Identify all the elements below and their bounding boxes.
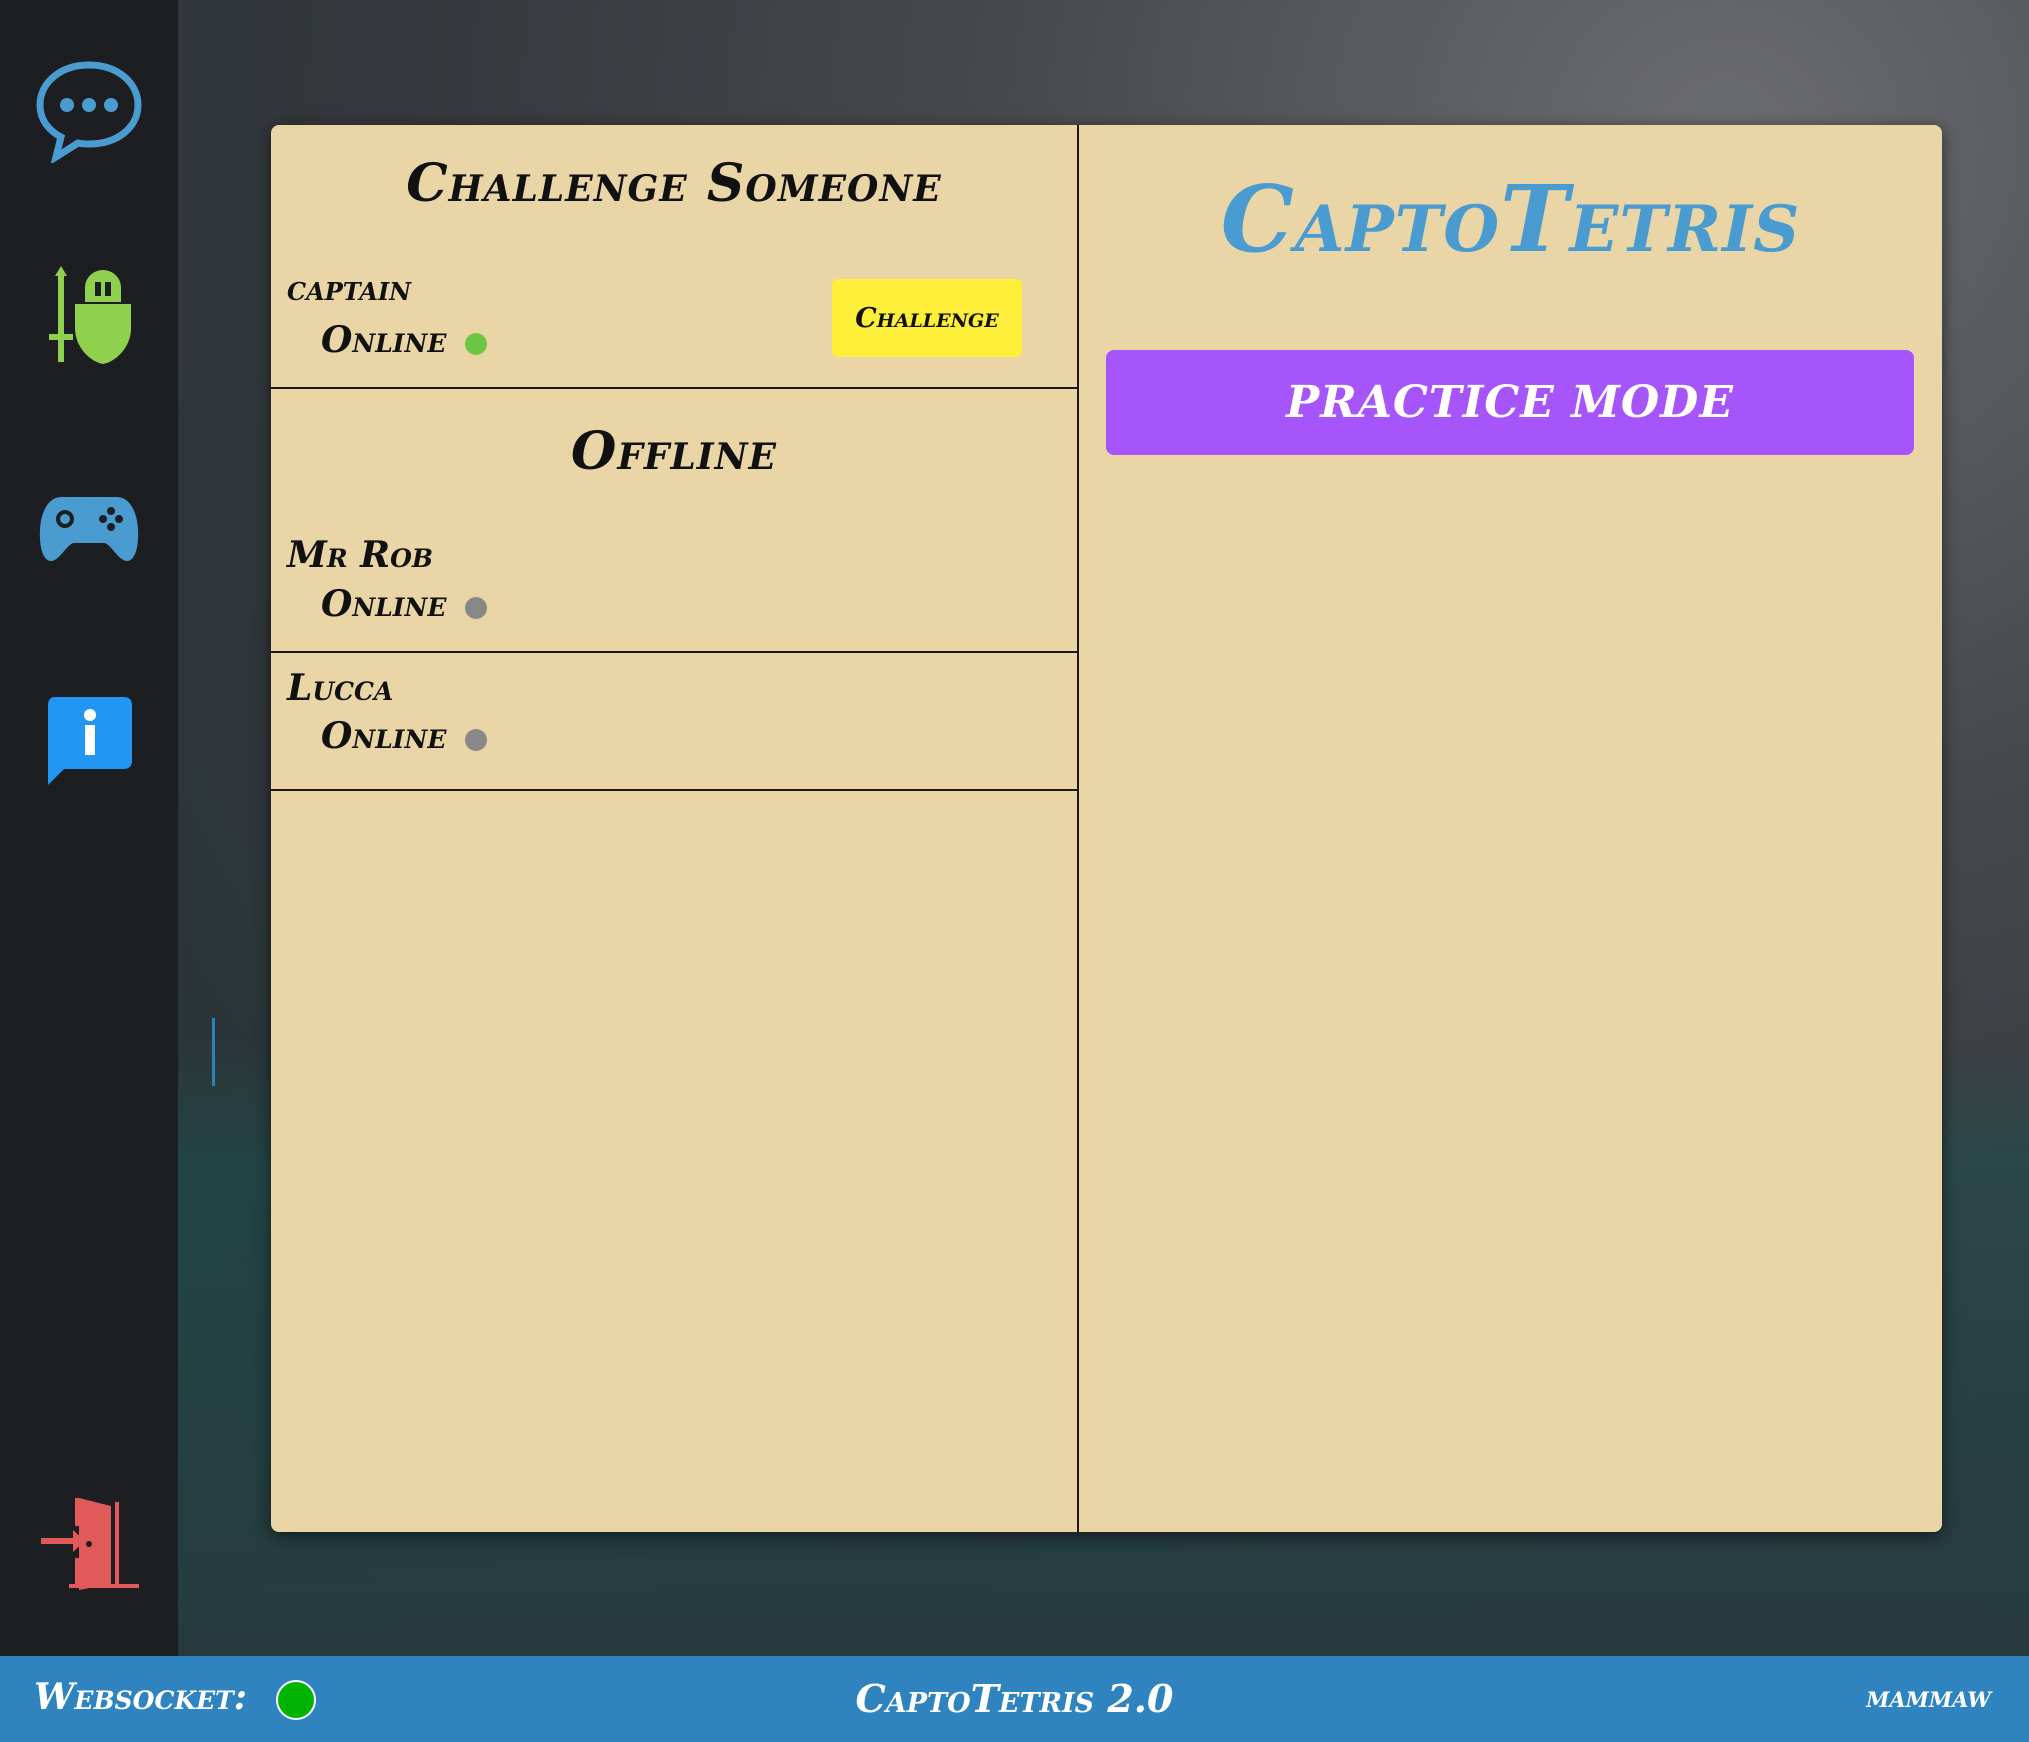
online-status-dot xyxy=(465,333,487,355)
practice-mode-button[interactable]: PRACTICE MODE xyxy=(1106,350,1914,455)
status-bar: Websocket: CaptoTetris 2.0 mammaw xyxy=(0,1656,2029,1742)
gamepad-icon[interactable] xyxy=(28,482,150,572)
main-panel: Challenge Someone captain Online Challen… xyxy=(271,125,1942,1532)
players-column: Challenge Someone captain Online Challen… xyxy=(271,125,1079,1532)
game-column: CaptoTetris PRACTICE MODE xyxy=(1079,125,1942,1532)
offline-status-dot xyxy=(465,597,487,619)
player-name: Lucca xyxy=(287,667,394,709)
scroll-indicator[interactable] xyxy=(212,1018,215,1086)
player-status: Online xyxy=(321,319,447,361)
player-status: Online xyxy=(321,583,447,625)
footer-title: CaptoTetris 2.0 xyxy=(855,1676,1174,1721)
player-status: Online xyxy=(321,715,447,757)
offline-status-dot xyxy=(465,729,487,751)
knight-shield-icon[interactable] xyxy=(28,264,150,368)
challenge-heading: Challenge Someone xyxy=(406,153,942,214)
sidebar xyxy=(0,0,178,1656)
info-icon[interactable] xyxy=(28,690,150,790)
offline-player-row: Lucca Online xyxy=(271,653,1077,791)
current-user: mammaw xyxy=(1866,1680,1991,1715)
challenge-section: Challenge Someone captain Online Challen… xyxy=(271,125,1077,389)
row-divider xyxy=(271,789,1077,791)
exit-door-icon[interactable] xyxy=(28,1490,150,1594)
chat-bubble-icon[interactable] xyxy=(28,56,150,166)
player-name: captain xyxy=(287,269,412,309)
challenge-button[interactable]: Challenge xyxy=(832,279,1022,357)
player-name: Mr Rob xyxy=(287,534,433,576)
app-title: CaptoTetris xyxy=(1220,165,1801,273)
